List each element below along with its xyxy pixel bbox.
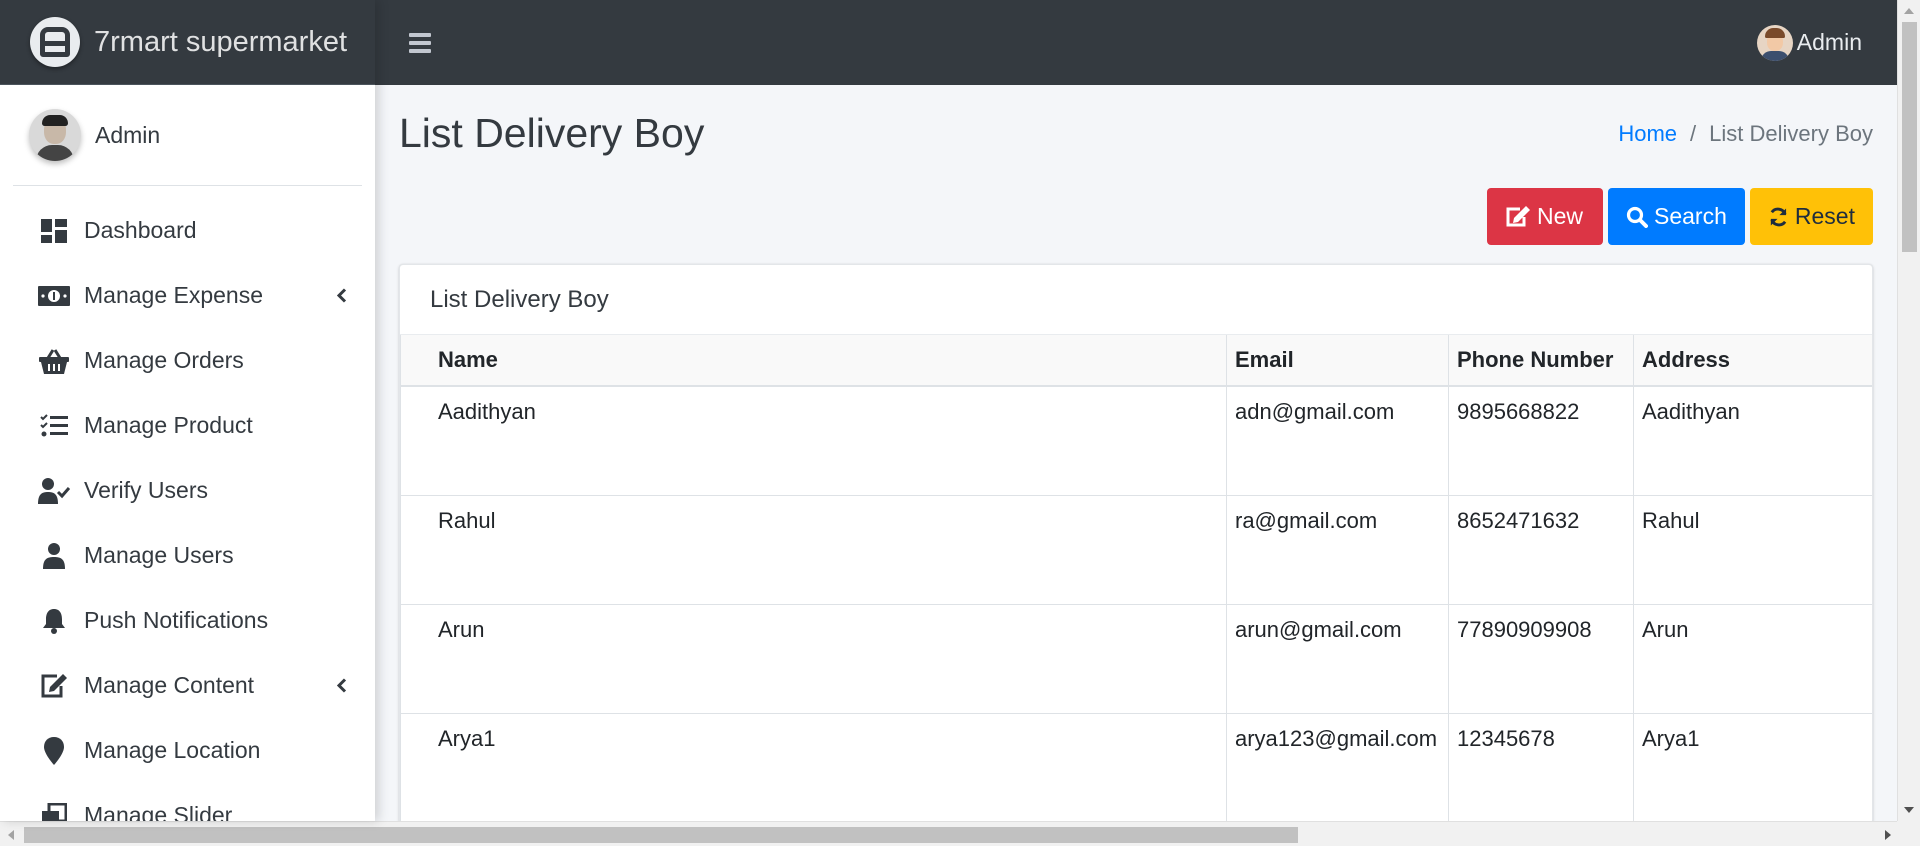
table-row: Arun arun@gmail.com 77890909908 Arun xyxy=(400,604,1872,714)
scroll-right-arrow-icon[interactable] xyxy=(1885,830,1891,840)
sidebar-item-label: Manage Users xyxy=(84,542,234,568)
money-bill-icon xyxy=(38,280,70,312)
chevron-left-icon xyxy=(336,672,347,699)
tasks-list-icon xyxy=(38,410,70,442)
sidebar-item-label: Manage Orders xyxy=(84,347,244,373)
new-button[interactable]: New xyxy=(1487,188,1603,245)
sidebar-item-label: Manage Slider xyxy=(84,802,233,821)
search-button[interactable]: Search xyxy=(1608,188,1745,245)
sidebar-item-manage-expense[interactable]: Manage Expense xyxy=(0,263,375,328)
content-wrapper: List Delivery Boy Home / List Delivery B… xyxy=(375,85,1897,821)
search-icon xyxy=(1626,206,1648,228)
table-row: Aadithyan adn@gmail.com 9895668822 Aadit… xyxy=(400,386,1872,496)
user-icon xyxy=(38,540,70,572)
user-menu[interactable]: Admin xyxy=(1756,24,1862,61)
sidebar-item-dashboard[interactable]: Dashboard xyxy=(0,198,375,263)
sidebar-item-manage-orders[interactable]: Manage Orders xyxy=(0,328,375,393)
sidebar-item-label: Dashboard xyxy=(84,217,197,243)
delivery-boy-card: List Delivery Boy Name Email Phone Numbe… xyxy=(399,264,1873,821)
cell-phone: 8652471632 xyxy=(1448,495,1634,605)
reset-button[interactable]: Reset xyxy=(1750,188,1873,245)
sidebar-item-label: Manage Product xyxy=(84,412,253,438)
reset-button-label: Reset xyxy=(1794,203,1855,229)
table-row: Rahul ra@gmail.com 8652471632 Rahul xyxy=(400,495,1872,605)
cell-email: arun@gmail.com xyxy=(1226,604,1449,714)
sidebar-item-verify-users[interactable]: Verify Users xyxy=(0,458,375,523)
scroll-down-arrow-icon[interactable] xyxy=(1904,807,1914,813)
main-sidebar: 7rmart supermarket Admin Dashboard Manag… xyxy=(0,0,375,821)
cell-email: adn@gmail.com xyxy=(1226,386,1449,496)
cell-address: Rahul xyxy=(1633,495,1872,605)
breadcrumb-separator: / xyxy=(1690,120,1697,146)
sidebar-item-label: Manage Location xyxy=(84,737,261,763)
cell-phone: 12345678 xyxy=(1448,713,1634,821)
user-panel[interactable]: Admin xyxy=(13,85,362,186)
sidebar-item-label: Manage Content xyxy=(84,672,255,698)
scrollbar-corner xyxy=(1897,821,1920,846)
sidebar-item-label: Manage Expense xyxy=(84,282,264,308)
cell-address: Aadithyan xyxy=(1633,386,1872,496)
dashboard-icon xyxy=(38,215,70,247)
cell-name: Rahul xyxy=(400,495,1227,605)
cell-address: Arun xyxy=(1633,604,1872,714)
sync-icon xyxy=(1770,207,1787,226)
clone-icon xyxy=(38,800,70,821)
brand-link[interactable]: 7rmart supermarket xyxy=(0,0,375,85)
cell-name: Aadithyan xyxy=(400,386,1227,496)
vertical-scroll-thumb[interactable] xyxy=(1902,22,1917,252)
scroll-up-arrow-icon[interactable] xyxy=(1904,8,1914,14)
sidebar-item-manage-content[interactable]: Manage Content xyxy=(0,653,375,718)
edit-icon xyxy=(38,670,70,702)
cell-name: Arun xyxy=(400,604,1227,714)
brand-logo-icon xyxy=(30,17,80,67)
sidebar-item-manage-product[interactable]: Manage Product xyxy=(0,393,375,458)
sidebar-nav: Dashboard Manage Expense Manage Orders M… xyxy=(0,186,375,821)
cell-phone: 9895668822 xyxy=(1448,386,1634,496)
sidebar-item-manage-users[interactable]: Manage Users xyxy=(0,523,375,588)
scroll-left-arrow-icon[interactable] xyxy=(8,830,14,840)
edit-icon xyxy=(1506,205,1530,226)
bell-icon xyxy=(38,605,70,637)
cell-address: Arya1 xyxy=(1633,713,1872,821)
user-check-icon xyxy=(38,475,70,507)
map-marker-icon xyxy=(38,735,70,767)
cell-email: arya123@gmail.com xyxy=(1226,713,1449,821)
sidebar-item-push-notifications[interactable]: Push Notifications xyxy=(0,588,375,653)
column-header-email: Email xyxy=(1226,335,1449,387)
menu-toggle-icon[interactable] xyxy=(409,32,431,53)
table-header-row: Name Email Phone Number Address xyxy=(400,335,1872,387)
vertical-scrollbar[interactable] xyxy=(1897,0,1920,821)
basket-icon xyxy=(38,345,70,377)
sidebar-item-manage-location[interactable]: Manage Location xyxy=(0,718,375,783)
sidebar-item-label: Push Notifications xyxy=(84,607,269,633)
action-buttons: New Search Reset xyxy=(399,188,1873,245)
column-header-address: Address xyxy=(1633,335,1872,387)
breadcrumb-home-link[interactable]: Home xyxy=(1618,121,1677,147)
card-title: List Delivery Boy xyxy=(400,265,1872,335)
cell-phone: 77890909908 xyxy=(1448,604,1634,714)
cell-email: ra@gmail.com xyxy=(1226,495,1449,605)
column-header-name: Name xyxy=(400,335,1227,387)
user-avatar xyxy=(29,109,81,161)
delivery-boy-table: Name Email Phone Number Address Aadithya… xyxy=(400,335,1872,821)
top-navbar: Admin xyxy=(375,0,1897,85)
sidebar-user-name[interactable]: Admin xyxy=(95,122,160,149)
search-button-label: Search xyxy=(1654,203,1727,229)
chevron-left-icon xyxy=(336,282,347,309)
sidebar-item-label: Verify Users xyxy=(84,477,208,503)
user-avatar xyxy=(1756,24,1793,61)
table-row: Arya1 arya123@gmail.com 12345678 Arya1 xyxy=(400,713,1872,821)
brand-name: 7rmart supermarket xyxy=(94,25,348,58)
top-user-name[interactable]: Admin xyxy=(1797,29,1862,56)
content-header: List Delivery Boy Home / List Delivery B… xyxy=(399,85,1873,180)
page-title: List Delivery Boy xyxy=(399,110,705,156)
breadcrumb: Home / List Delivery Boy xyxy=(1618,121,1873,147)
column-header-phone: Phone Number xyxy=(1448,335,1634,387)
horizontal-scroll-thumb[interactable] xyxy=(24,827,1298,843)
horizontal-scrollbar[interactable] xyxy=(0,821,1920,846)
new-button-label: New xyxy=(1537,203,1584,229)
breadcrumb-current: List Delivery Boy xyxy=(1709,120,1873,146)
cell-name: Arya1 xyxy=(400,713,1227,821)
sidebar-item-manage-slider[interactable]: Manage Slider xyxy=(0,783,375,821)
